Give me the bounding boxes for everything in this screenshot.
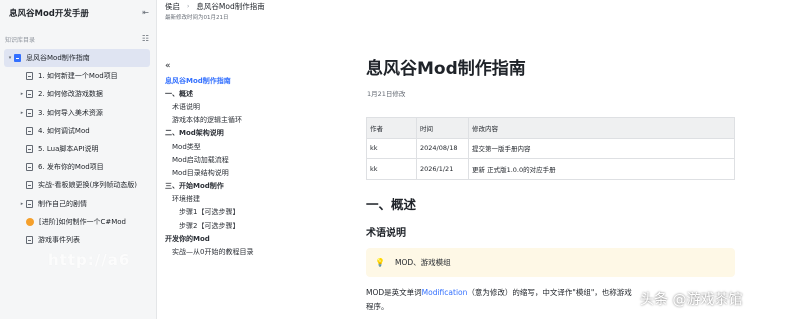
outline-list: 息风谷Mod制作指南 一、概述 术语说明 游戏本体的逻辑主循环 二、Mod架构说明 Mod…	[165, 74, 350, 259]
sidebar-item[interactable]: [进阶]如何制作一个C#Mod	[4, 213, 150, 231]
heading-terms: 术语说明	[366, 228, 406, 239]
brand-watermark: 头条 @游戏茶馆	[640, 292, 743, 308]
sidebar-item-label: [进阶]如何制作一个C#Mod	[39, 217, 126, 226]
document-icon	[26, 181, 33, 190]
breadcrumb: 侯启 › 息风谷Mod制作指南	[165, 1, 265, 12]
sidebar-item[interactable]: 6. 发布你的Mod项目	[4, 158, 150, 176]
chevron-right-icon[interactable]: ▸	[18, 201, 26, 207]
sidebar-item[interactable]: 实战-看板娘更换(序列帧动态版)	[4, 176, 150, 194]
outline-item[interactable]: Mod类型	[165, 140, 350, 153]
document-title: 息风谷Mod制作指南	[366, 59, 526, 79]
breadcrumb-item-space[interactable]: 侯启	[165, 1, 180, 12]
sidebar-item[interactable]: ▾ 息风谷Mod制作指南	[4, 49, 150, 68]
sidebar-tree: ▾ 息风谷Mod制作指南 1. 如何新建一个Mod项目 ▸ 2. 如何修改游戏数据 ▸ 3.…	[4, 49, 150, 249]
paragraph-text: 程序。	[366, 302, 389, 311]
breadcrumb-item-current[interactable]: 息风谷Mod制作指南	[196, 1, 264, 12]
sidebar-item-label: 游戏事件列表	[38, 235, 80, 244]
sidebar-header: 息风谷Mod开发手册 ⇤	[9, 6, 149, 20]
document-outline: « 息风谷Mod制作指南 一、概述 术语说明 游戏本体的逻辑主循环 二、Mod架构说明 M…	[157, 24, 353, 319]
outline-item[interactable]: 步骤1【可选步骤】	[165, 206, 350, 219]
top-bar: 侯启 › 息风谷Mod制作指南 最新修改时间为01月21日	[157, 0, 800, 24]
chevron-right-icon[interactable]: ▸	[18, 110, 26, 116]
document-icon	[26, 72, 33, 81]
table-cell: 2024/08/18	[416, 137, 469, 159]
outline-item[interactable]: 开发你的Mod	[165, 232, 350, 245]
outline-item[interactable]: 环境搭建	[165, 193, 350, 206]
document-icon	[14, 54, 21, 63]
callout-text: MOD、游戏模组	[394, 258, 451, 267]
table-cell: 更新 正式版1.0.0的对应手册	[468, 158, 735, 180]
document-icon	[26, 90, 33, 99]
sidebar-section-header: 知识库目录 ☷	[5, 33, 149, 45]
table-cell: 2026/1/21	[416, 158, 469, 180]
outline-item[interactable]: Mod启动加载流程	[165, 153, 350, 166]
last-modified-text: 最新修改时间为01月21日	[165, 15, 229, 21]
document-body: 息风谷Mod制作指南 1月21日修改 作者 时间 修改内容 kk 2024/08…	[353, 24, 800, 319]
outline-item[interactable]: 息风谷Mod制作指南	[165, 74, 350, 87]
paragraph-text: （意为修改）的缩写，中文译作"模组"，也称游戏	[467, 288, 632, 297]
callout-box: 💡 MOD、游戏模组	[366, 248, 735, 277]
knowledge-base-title[interactable]: 息风谷Mod开发手册	[9, 7, 89, 19]
sidebar-item-label: 制作自己的剧情	[38, 199, 87, 208]
watermark: http://a6	[48, 251, 131, 269]
sidebar-item-label: 3. 如何导入美术资源	[38, 108, 103, 117]
document-modified-date: 1月21日修改	[367, 90, 406, 98]
outline-item[interactable]: 实战—从0开始的教程目录	[165, 245, 350, 258]
outline-item[interactable]: 一、概述	[165, 87, 350, 100]
table-row: kk 2024/08/18 提交第一版手册内容	[366, 137, 735, 159]
table-cell: kk	[366, 158, 417, 180]
sidebar-item[interactable]: ▸ 制作自己的剧情	[4, 195, 150, 213]
paragraph-text: MOD是英文单词	[366, 288, 422, 297]
outline-item[interactable]: 术语说明	[165, 100, 350, 113]
sidebar-item-label: 5. Lua脚本API说明	[38, 145, 99, 154]
sidebar-item[interactable]: ▸ 3. 如何导入美术资源	[4, 104, 150, 122]
lightbulb-icon: 💡	[375, 258, 385, 267]
sidebar-section-label: 知识库目录	[5, 36, 36, 44]
outline-item[interactable]: Mod目录结构说明	[165, 166, 350, 179]
table-header-row: 作者 时间 修改内容	[366, 117, 735, 139]
sidebar-item-label: 1. 如何新建一个Mod项目	[38, 72, 118, 81]
sidebar-item-label: 息风谷Mod制作指南	[26, 54, 90, 63]
sidebar-item-label: 实战-看板娘更换(序列帧动态版)	[38, 181, 137, 190]
document-icon	[26, 199, 33, 208]
chevron-down-icon[interactable]: ▾	[6, 55, 14, 61]
revision-table: 作者 时间 修改内容 kk 2024/08/18 提交第一版手册内容 kk 20…	[366, 117, 735, 180]
table-cell: 提交第一版手册内容	[468, 137, 735, 159]
list-icon[interactable]: ☷	[142, 35, 149, 43]
outline-item[interactable]: 游戏本体的逻辑主循环	[165, 114, 350, 127]
outline-item[interactable]: 三、开始Mod制作	[165, 180, 350, 193]
document-icon	[26, 108, 33, 117]
table-header-time: 时间	[416, 117, 469, 139]
sidebar-item-label: 6. 发布你的Mod项目	[38, 163, 104, 172]
sidebar: 息风谷Mod开发手册 ⇤ 知识库目录 ☷ ▾ 息风谷Mod制作指南 1. 如何新建一…	[0, 0, 157, 319]
document-icon	[26, 163, 33, 172]
chevron-right-icon[interactable]: ▸	[18, 91, 26, 97]
document-icon	[26, 235, 33, 244]
sidebar-item-label: 2. 如何修改游戏数据	[38, 90, 103, 99]
avatar-icon	[26, 217, 34, 226]
table-header-author: 作者	[366, 117, 417, 139]
double-chevron-left-icon[interactable]: «	[165, 61, 171, 71]
document-icon	[26, 126, 33, 135]
table-header-changes: 修改内容	[468, 117, 735, 139]
outline-item[interactable]: 步骤2【可选步骤】	[165, 219, 350, 232]
modification-link[interactable]: Modification	[422, 288, 468, 297]
sidebar-item-label: 4. 如何调试Mod	[38, 126, 90, 135]
chevron-right-icon: ›	[187, 3, 190, 10]
table-cell: kk	[366, 137, 417, 159]
sidebar-item[interactable]: ▸ 2. 如何修改游戏数据	[4, 85, 150, 103]
sidebar-item[interactable]: 5. Lua脚本API说明	[4, 140, 150, 158]
sidebar-item[interactable]: 1. 如何新建一个Mod项目	[4, 67, 150, 85]
table-row: kk 2026/1/21 更新 正式版1.0.0的对应手册	[366, 158, 735, 180]
collapse-left-icon[interactable]: ⇤	[142, 9, 149, 17]
sidebar-item[interactable]: 游戏事件列表	[4, 231, 150, 249]
sidebar-item[interactable]: 4. 如何调试Mod	[4, 122, 150, 140]
heading-overview: 一、概述	[366, 197, 417, 212]
outline-item[interactable]: 二、Mod架构说明	[165, 127, 350, 140]
document-icon	[26, 145, 33, 154]
